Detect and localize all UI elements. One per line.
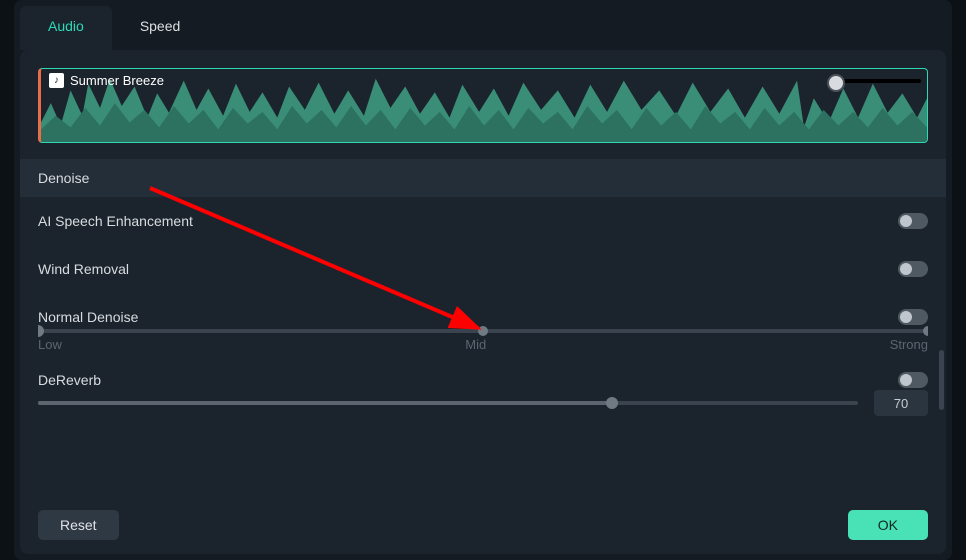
denoise-options: AI Speech Enhancement Wind Removal Norma… [38,197,928,498]
footer: Reset OK [38,498,928,540]
waveform-svg [41,69,927,142]
toggle-wind-removal[interactable] [898,261,928,277]
label-normal-denoise: Normal Denoise [38,309,138,325]
normal-denoise-slider[interactable]: Low Mid Strong [38,327,928,354]
audio-panel: Audio Speed ♪ Summer Breeze Denoise AI S… [14,0,952,560]
tab-audio[interactable]: Audio [20,6,112,50]
music-note-icon: ♪ [49,73,64,88]
slider-label-mid: Mid [465,337,486,352]
row-dereverb: DeReverb [38,354,928,390]
clip-volume-slider[interactable] [833,79,921,83]
scrollbar[interactable] [939,350,944,410]
tab-speed[interactable]: Speed [112,6,208,50]
dereverb-slider-row: 70 [38,390,928,416]
row-normal-denoise: Normal Denoise [38,293,928,327]
denoise-section-header: Denoise [20,159,946,197]
slider-label-strong: Strong [890,337,928,352]
toggle-ai-speech[interactable] [898,213,928,229]
label-dereverb: DeReverb [38,372,101,388]
label-wind-removal: Wind Removal [38,261,129,277]
toggle-normal-denoise[interactable] [898,309,928,325]
dereverb-slider[interactable] [38,401,858,405]
label-ai-speech: AI Speech Enhancement [38,213,193,229]
dereverb-value[interactable]: 70 [874,390,928,416]
tab-bar: Audio Speed [14,0,952,50]
clip-name: Summer Breeze [70,73,164,88]
clip-label: ♪ Summer Breeze [49,73,164,88]
row-wind-removal: Wind Removal [38,245,928,293]
row-ai-speech: AI Speech Enhancement [38,197,928,245]
ok-button[interactable]: OK [848,510,928,540]
reset-button[interactable]: Reset [38,510,119,540]
panel-body: ♪ Summer Breeze Denoise AI Speech Enhanc… [20,50,946,554]
dereverb-slider-thumb[interactable] [606,397,618,409]
audio-clip-waveform[interactable]: ♪ Summer Breeze [38,68,928,143]
toggle-dereverb[interactable] [898,372,928,388]
slider-label-low: Low [38,337,62,352]
